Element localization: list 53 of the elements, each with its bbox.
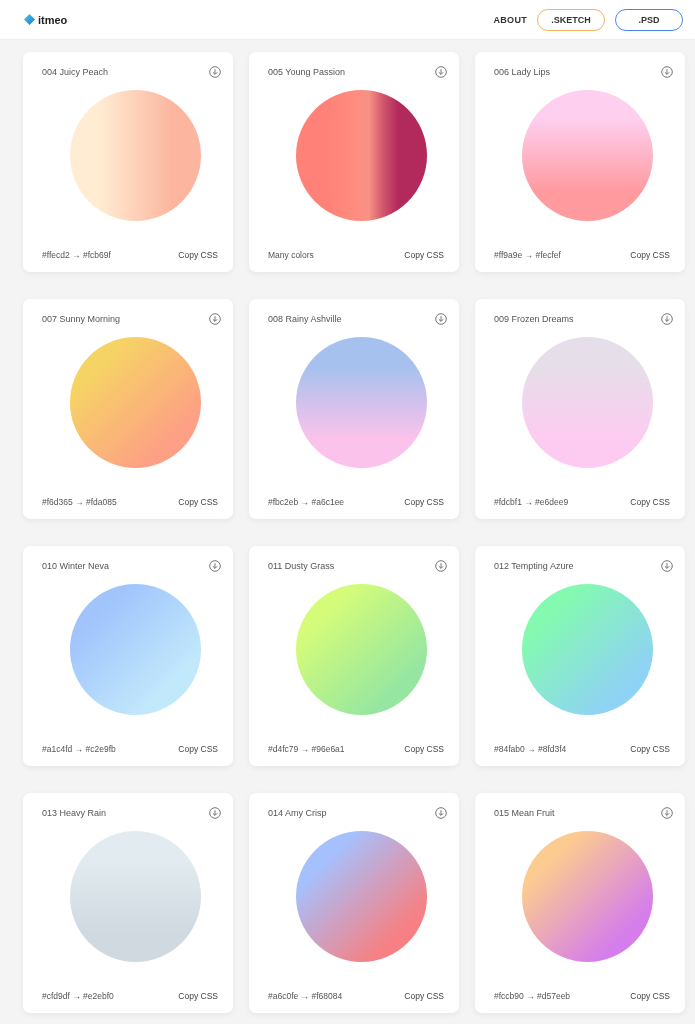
gradient-title: 007 Sunny Morning — [42, 314, 121, 324]
download-icon[interactable] — [209, 313, 221, 325]
download-button[interactable]: .SKETCH — [537, 8, 605, 31]
logo-text[interactable]: itmeo — [38, 13, 68, 26]
about-link[interactable]: ABOUT — [493, 14, 527, 25]
copy-css-link[interactable]: Copy CSS — [630, 497, 670, 507]
gradient-title: 010 Winter Neva — [42, 561, 110, 571]
gradient-colors: #ff9a9e → #fecfef — [494, 250, 561, 260]
copy-css-link[interactable]: Copy CSS — [178, 991, 218, 1001]
gradient-title: 014 Amy Crisp — [268, 808, 327, 818]
gradient-colors: #f6d365 → #fda085 — [42, 497, 117, 507]
gradient-title: 006 Lady Lips — [494, 67, 551, 77]
gradient-colors: #84fab0 → #8fd3f4 — [494, 744, 567, 754]
download-icon[interactable] — [661, 807, 673, 819]
gradient-title: 011 Dusty Grass — [268, 561, 335, 571]
download-icon[interactable] — [661, 313, 673, 325]
copy-css-link[interactable]: Copy CSS — [630, 250, 670, 260]
copy-css-link[interactable]: Copy CSS — [404, 744, 444, 754]
copy-css-link[interactable]: Copy CSS — [404, 250, 444, 260]
gradient-title: 013 Heavy Rain — [42, 808, 107, 818]
download-icon[interactable] — [209, 560, 221, 572]
copy-css-link[interactable]: Copy CSS — [630, 991, 670, 1001]
gradient-title: 009 Frozen Dreams — [494, 314, 574, 324]
copy-css-link[interactable]: Copy CSS — [404, 991, 444, 1001]
gradient-colors: #a1c4fd → #c2e9fb — [42, 744, 116, 754]
copy-css-link[interactable]: Copy CSS — [404, 497, 444, 507]
copy-css-link[interactable]: Copy CSS — [630, 744, 670, 754]
gradient-colors: #fbc2eb → #a6c1ee — [268, 497, 345, 507]
gradient-title: 004 Juicy Peach — [42, 67, 109, 77]
gradient-title: 015 Mean Fruit — [494, 808, 555, 818]
gradient-colors: Many colors — [268, 250, 314, 260]
gradient-colors: #cfd9df → #e2ebf0 — [42, 991, 114, 1001]
download-icon[interactable] — [435, 66, 447, 78]
download-icon[interactable] — [435, 313, 447, 325]
copy-css-link[interactable]: Copy CSS — [178, 497, 218, 507]
gradient-title: 005 Young Passion — [268, 67, 346, 77]
download-icon[interactable] — [209, 807, 221, 819]
download-icon[interactable] — [661, 66, 673, 78]
gradient-title: 012 Tempting Azure — [494, 561, 574, 571]
download-icon[interactable] — [209, 66, 221, 78]
gradient-title: 008 Rainy Ashville — [268, 314, 342, 324]
logo-icon — [24, 14, 35, 25]
gradient-colors: #fdcbf1 → #e6dee9 — [494, 497, 569, 507]
download-icon[interactable] — [661, 560, 673, 572]
gradient-colors: #d4fc79 → #96e6a1 — [268, 744, 345, 754]
gradient-colors: #ffecd2 → #fcb69f — [42, 250, 111, 260]
gradient-colors: #a6c0fe → #f68084 — [268, 991, 343, 1001]
copy-css-link[interactable]: Copy CSS — [178, 250, 218, 260]
download-icon[interactable] — [435, 807, 447, 819]
gradient-colors: #fccb90 → #d57eeb — [494, 991, 571, 1001]
download-button[interactable]: .PSD — [615, 8, 683, 31]
download-icon[interactable] — [435, 560, 447, 572]
copy-css-link[interactable]: Copy CSS — [178, 744, 218, 754]
